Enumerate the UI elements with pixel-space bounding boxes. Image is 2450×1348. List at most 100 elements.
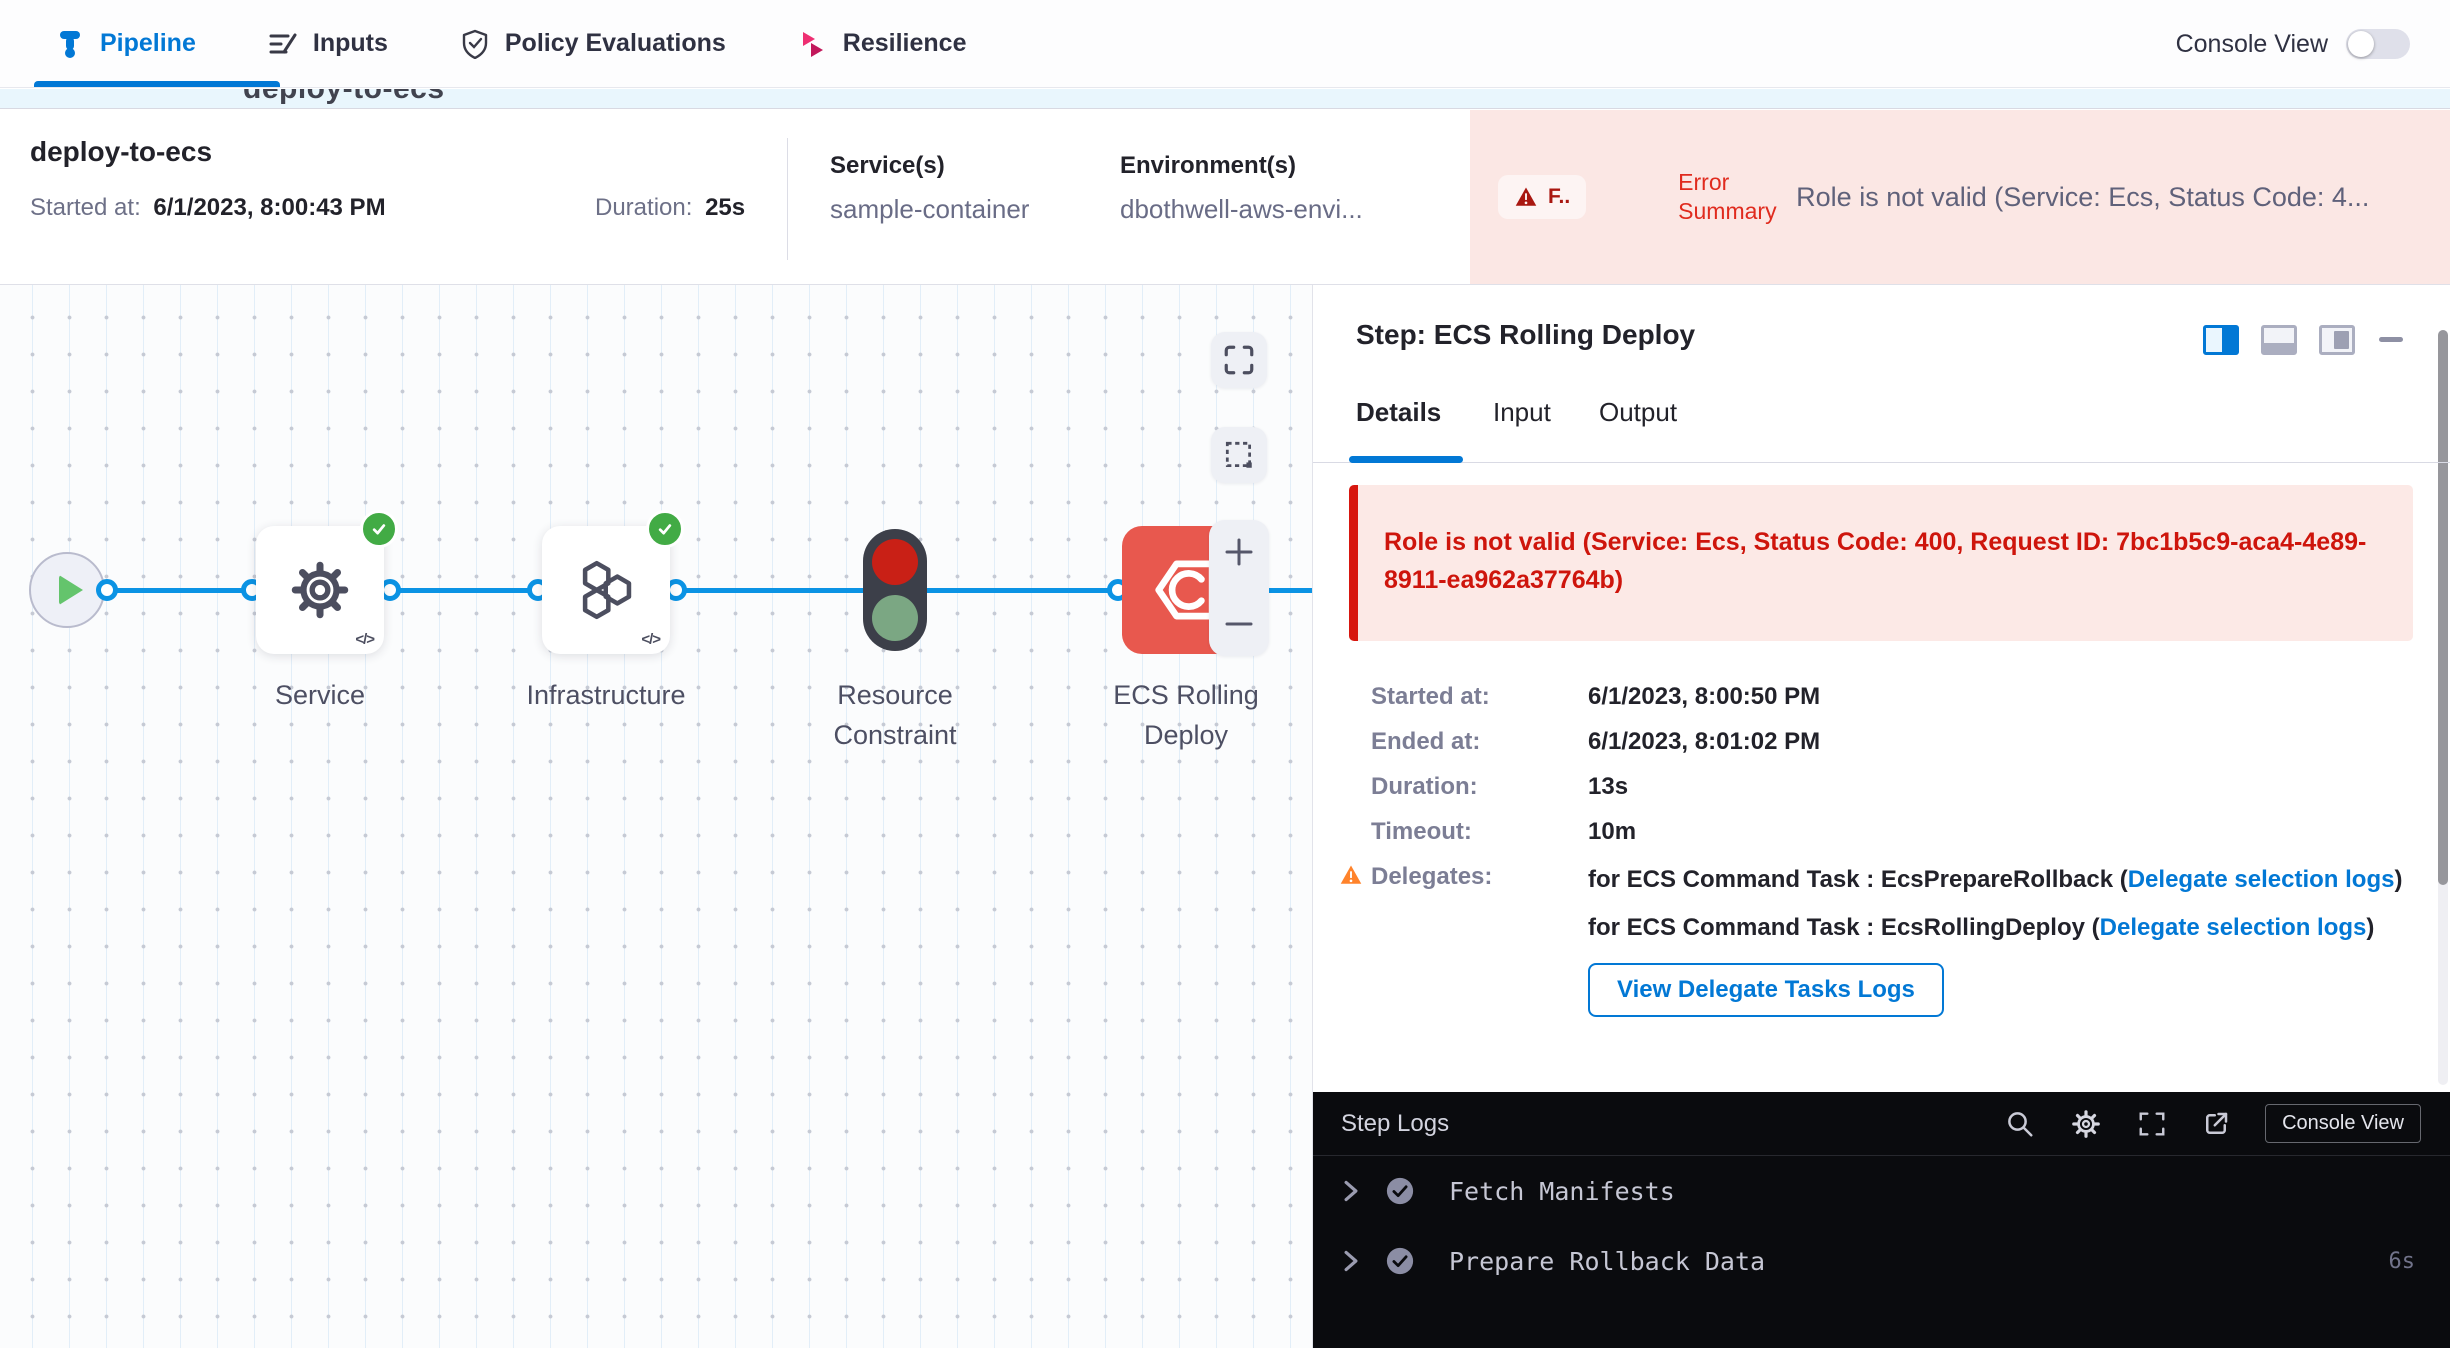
- canvas-select-button[interactable]: [1211, 427, 1267, 483]
- open-in-new-icon[interactable]: [2201, 1109, 2231, 1139]
- success-check-icon: [1385, 1246, 1415, 1276]
- log-section-duration: 6s: [2389, 1249, 2416, 1274]
- console-view-label: Console View: [2176, 30, 2328, 59]
- logs-fullscreen-icon[interactable]: [2137, 1109, 2167, 1139]
- tab-resilience-label: Resilience: [843, 29, 967, 58]
- success-check-icon: [1385, 1176, 1415, 1206]
- tab-input[interactable]: Input: [1493, 397, 1551, 428]
- delegate-row: for ECS Command Task : EcsPrepareRollbac…: [1588, 863, 2412, 897]
- services-value: sample-container: [830, 194, 1029, 225]
- chevron-right-icon[interactable]: [1343, 1250, 1359, 1272]
- log-section-prepare-rollback-data[interactable]: Prepare Rollback Data 6s: [1313, 1226, 2450, 1296]
- canvas-fullscreen-button[interactable]: [1211, 332, 1267, 388]
- duration-value: 25s: [705, 194, 745, 221]
- started-at: Started at: 6/1/2023, 8:00:43 PM: [30, 194, 386, 222]
- layout-bottom-split-icon[interactable]: [2261, 325, 2297, 355]
- canvas-zoom-controls: [1209, 520, 1269, 656]
- step-logs-panel: Step Logs: [1313, 1092, 2450, 1348]
- node-label-ecs-rolling-deploy: ECS Rolling Deploy: [1101, 675, 1271, 755]
- view-delegate-tasks-logs-button[interactable]: View Delegate Tasks Logs: [1588, 963, 1944, 1017]
- chevron-right-icon[interactable]: [1343, 1180, 1359, 1202]
- inputs-icon: [268, 29, 298, 59]
- tab-inputs[interactable]: Inputs: [268, 29, 388, 59]
- node-label-resource-constraint: Resource Constraint: [810, 675, 980, 755]
- template-code-badge: </>: [641, 631, 660, 648]
- step-error-banner: Role is not valid (Service: Ecs, Status …: [1349, 485, 2413, 641]
- log-section-fetch-manifests[interactable]: Fetch Manifests: [1313, 1156, 2450, 1226]
- zoom-in-button[interactable]: [1223, 536, 1255, 568]
- environments-value: dbothwell-aws-envi...: [1120, 194, 1363, 225]
- field-value: 13s: [1588, 773, 1628, 801]
- step-logs-title: Step Logs: [1341, 1110, 1449, 1138]
- node-label-service: Service: [256, 675, 384, 715]
- tab-policy-evaluations-label: Policy Evaluations: [505, 29, 726, 58]
- zoom-out-button[interactable]: [1223, 608, 1255, 640]
- tab-pipeline[interactable]: Pipeline: [55, 29, 196, 59]
- log-section-label: Prepare Rollback Data: [1449, 1247, 1765, 1276]
- success-check-icon: [360, 510, 398, 548]
- started-at-value: 6/1/2023, 8:00:43 PM: [153, 194, 385, 221]
- node-service[interactable]: </>: [256, 526, 384, 654]
- active-tab-underline: [1349, 456, 1463, 463]
- node-resource-constraint[interactable]: [863, 529, 927, 651]
- tab-inputs-label: Inputs: [313, 29, 388, 58]
- connector-port: [96, 579, 118, 601]
- step-logs-toolbar: Console View: [2005, 1104, 2421, 1143]
- node-label-infrastructure: Infrastructure: [491, 675, 721, 715]
- field-label: Timeout:: [1371, 818, 1588, 846]
- toggle-knob: [2348, 31, 2374, 57]
- layout-drawer-icon[interactable]: [2319, 325, 2355, 355]
- gear-icon: [287, 557, 353, 623]
- tab-resilience[interactable]: Resilience: [798, 29, 967, 59]
- scrollbar-thumb[interactable]: [2438, 330, 2448, 885]
- success-check-icon: [646, 510, 684, 548]
- layout-fill: [2264, 343, 2294, 352]
- field-started-at: Started at: 6/1/2023, 8:00:50 PM: [1371, 683, 2412, 711]
- connector-line: [104, 588, 254, 593]
- warning-triangle-icon: [1339, 864, 1363, 886]
- logs-console-view-button[interactable]: Console View: [2265, 1104, 2421, 1143]
- delegate-task-suffix: ): [2394, 866, 2402, 893]
- connector-line: [926, 588, 1118, 593]
- field-duration: Duration: 13s: [1371, 773, 2412, 801]
- tab-policy-evaluations[interactable]: Policy Evaluations: [460, 29, 726, 59]
- layout-fill: [2222, 328, 2236, 352]
- log-settings-gear-icon[interactable]: [2069, 1107, 2103, 1141]
- warning-triangle-icon: [1514, 186, 1538, 208]
- pipeline-canvas[interactable]: </> Service </> Infrastructure Resource …: [0, 285, 1312, 1348]
- field-timeout: Timeout: 10m: [1371, 818, 2412, 846]
- step-panel-title: Step: ECS Rolling Deploy: [1356, 319, 1695, 351]
- layout-right-split-icon[interactable]: [2203, 325, 2239, 355]
- delegates-label-wrap: Delegates:: [1371, 863, 1588, 891]
- template-code-badge: </>: [355, 631, 374, 648]
- traffic-light-green: [872, 595, 918, 641]
- delegate-task-suffix: ): [2366, 914, 2374, 941]
- layout-fill: [2334, 331, 2349, 349]
- hexagons-icon: [573, 557, 639, 623]
- minimize-panel-button[interactable]: [2379, 337, 2403, 342]
- delegate-row: for ECS Command Task : EcsRollingDeploy …: [1588, 911, 2412, 945]
- field-label: Started at:: [1371, 683, 1588, 711]
- field-value: 6/1/2023, 8:00:50 PM: [1588, 683, 1820, 711]
- node-infrastructure[interactable]: </>: [542, 526, 670, 654]
- clipped-pipeline-title: deploy-to-ecs: [243, 89, 445, 106]
- delegate-task-text: for ECS Command Task : EcsRollingDeploy …: [1588, 914, 2100, 941]
- search-icon[interactable]: [2005, 1109, 2035, 1139]
- delegates-values: for ECS Command Task : EcsPrepareRollbac…: [1588, 863, 2412, 1017]
- tab-output[interactable]: Output: [1599, 397, 1677, 428]
- error-summary-zone: F.. Error Summary Role is not valid (Ser…: [1470, 110, 2450, 284]
- field-value: 10m: [1588, 818, 1636, 846]
- traffic-light-red: [872, 539, 918, 585]
- tab-border: [1313, 462, 2450, 463]
- active-tab-underline: [34, 81, 280, 87]
- log-section-label: Fetch Manifests: [1449, 1177, 1675, 1206]
- field-ended-at: Ended at: 6/1/2023, 8:01:02 PM: [1371, 728, 2412, 756]
- error-summary-text: Role is not valid (Service: Ecs, Status …: [1796, 182, 2369, 213]
- top-nav: Pipeline Inputs Policy Evaluations Resil…: [0, 0, 2450, 88]
- tab-details[interactable]: Details: [1356, 397, 1441, 428]
- delegate-selection-logs-link[interactable]: Delegate selection logs: [2128, 866, 2395, 893]
- console-view-toggle[interactable]: [2346, 29, 2410, 59]
- delegate-selection-logs-link[interactable]: Delegate selection logs: [2100, 914, 2367, 941]
- environments-label: Environment(s): [1120, 152, 1296, 180]
- field-label: Ended at:: [1371, 728, 1588, 756]
